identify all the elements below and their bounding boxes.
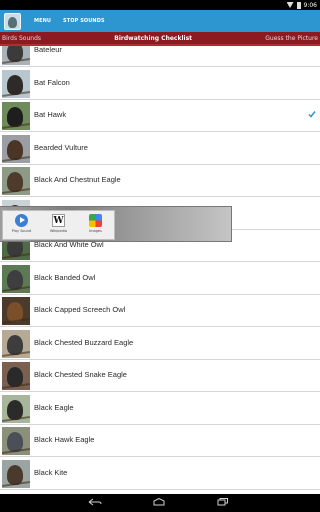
bird-thumbnail [2, 46, 30, 65]
list-item[interactable]: Black Banded Owl [0, 262, 320, 295]
bird-name: Black Eagle [34, 402, 74, 412]
bird-app-icon [3, 12, 21, 30]
home-icon[interactable] [152, 498, 166, 506]
status-bar: 9:06 [0, 0, 320, 10]
status-icons: 9:06 [286, 0, 317, 10]
list-item[interactable]: Black Chested Snake Eagle [0, 360, 320, 392]
wikipedia-button[interactable]: W Wikipedia [40, 211, 77, 241]
bird-thumbnail [2, 459, 30, 488]
list-item[interactable]: Black Kite [0, 457, 320, 490]
bird-checklist[interactable]: Bateleur Bat Falcon Bat Hawk Bearded Vultur… [0, 46, 320, 494]
bird-thumbnail [2, 134, 30, 163]
tab-birds-sounds[interactable]: Birds Sounds [2, 35, 41, 42]
bird-thumbnail [2, 167, 30, 195]
app-logo-icon[interactable] [2, 11, 22, 31]
bird-name: Black Hawk Eagle [34, 435, 95, 444]
list-item[interactable]: Bateleur [0, 46, 320, 67]
list-item[interactable]: Black And Chestnut Eagle [0, 165, 320, 197]
bird-thumbnail [2, 69, 30, 98]
list-item[interactable]: Bearded Vulture [0, 132, 320, 165]
tab-bar: Birds Sounds Birdwatching Checklist Gues… [0, 32, 320, 46]
wikipedia-label: Wikipedia [49, 229, 68, 233]
list-item[interactable]: Black Eagle [0, 392, 320, 425]
bird-name: Black Capped Screech Owl [34, 305, 126, 314]
status-time: 9:06 [303, 1, 317, 9]
bird-thumbnail [2, 297, 30, 325]
quick-action-popup: Play Sound W Wikipedia Images [0, 206, 232, 242]
checkmark-icon[interactable] [308, 110, 316, 118]
wifi-icon [286, 2, 294, 8]
bird-name: Black Chested Snake Eagle [34, 370, 127, 379]
system-nav-bar [0, 494, 320, 512]
list-item[interactable]: Black Capped Screech Owl [0, 295, 320, 327]
bird-name: Bateleur [34, 46, 62, 54]
recent-apps-icon[interactable] [217, 498, 229, 506]
tab-birdwatching-checklist[interactable]: Birdwatching Checklist [114, 35, 192, 42]
images-button[interactable]: Images [77, 211, 114, 241]
google-images-icon [89, 214, 102, 227]
bird-thumbnail [2, 102, 30, 130]
bird-name: Bearded Vulture [34, 142, 88, 152]
bird-thumbnail [2, 394, 30, 423]
stop-sounds-button[interactable]: STOP SOUNDS [63, 18, 105, 24]
bird-thumbnail [2, 362, 30, 390]
list-item[interactable]: Bat Hawk [0, 100, 320, 132]
quick-action-panel: Play Sound W Wikipedia Images [2, 210, 115, 240]
play-sound-icon [15, 214, 28, 227]
bird-thumbnail [2, 329, 30, 358]
list-item[interactable]: Black Chested Buzzard Eagle [0, 327, 320, 360]
bird-thumbnail [2, 264, 30, 293]
bird-thumbnail [2, 427, 30, 455]
back-icon[interactable] [88, 498, 102, 506]
bird-name: Bat Falcon [34, 77, 70, 87]
battery-icon [296, 1, 301, 9]
wikipedia-icon: W [52, 214, 65, 227]
action-bar: MENU STOP SOUNDS [0, 10, 320, 32]
play-sound-label: Play Sound [11, 229, 32, 233]
play-sound-button[interactable]: Play Sound [3, 211, 40, 241]
list-item[interactable]: Black Hawk Eagle [0, 425, 320, 457]
bird-name: Bat Hawk [34, 110, 67, 119]
bird-name: Black Kite [34, 467, 68, 477]
menu-button[interactable]: MENU [34, 18, 51, 24]
bird-name: Black And Chestnut Eagle [34, 175, 121, 184]
images-label: Images [89, 229, 102, 233]
bird-name: Black Banded Owl [34, 272, 96, 282]
bird-name: Black Chested Buzzard Eagle [34, 337, 134, 347]
tab-guess-the-picture[interactable]: Guess the Picture [265, 35, 318, 42]
list-item[interactable]: Bat Falcon [0, 67, 320, 100]
